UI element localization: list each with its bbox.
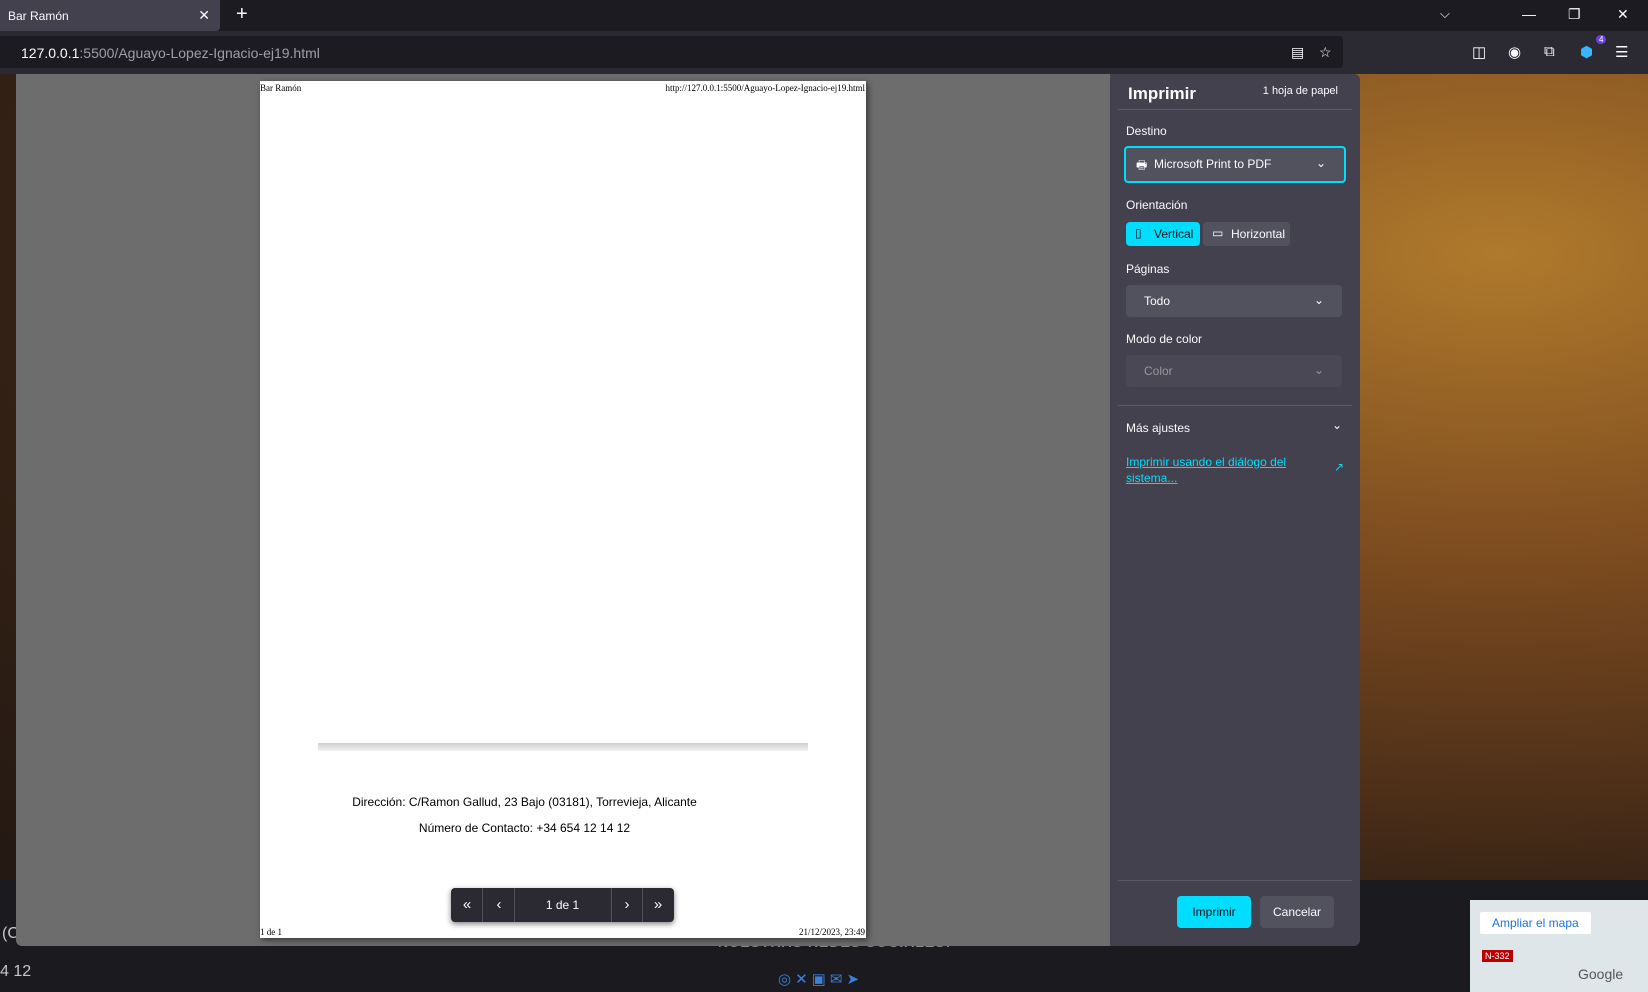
page-header-title: Bar Ramón	[260, 83, 302, 93]
portrait-page-icon: ▯	[1135, 226, 1142, 240]
cancel-button[interactable]: Cancelar	[1260, 896, 1334, 928]
social-icons: ◎✕▣✉➤	[778, 970, 863, 988]
road-label: N-332	[1482, 950, 1513, 962]
print-button[interactable]: Imprimir	[1177, 896, 1251, 928]
minimize-icon[interactable]: —	[1522, 6, 1536, 22]
telegram-icon[interactable]: ➤	[846, 971, 863, 988]
page-header-url: http://127.0.0.1:5500/Aguayo-Lopez-Ignac…	[665, 83, 865, 93]
destination-label: Destino	[1126, 124, 1167, 138]
reader-view-icon[interactable]: ▤	[1291, 44, 1304, 61]
print-settings-panel: Imprimir 1 hoja de papel Destino Microso…	[1110, 74, 1360, 946]
pages-select[interactable]: Todo ⌄	[1126, 285, 1342, 317]
extension-badge: 4	[1596, 35, 1607, 44]
tab-bar: Bar Ramón ✕ + ⌵ — ❐ ✕	[0, 0, 1648, 31]
last-page-button[interactable]: »	[642, 888, 674, 922]
next-page-button[interactable]: ›	[611, 888, 643, 922]
page-navigator: « ‹ 1 de 1 › »	[451, 888, 674, 922]
chevron-down-icon: ⌄	[1313, 293, 1324, 307]
nav-bar: 127.0.0.1:5500/Aguayo-Lopez-Ignacio-ej19…	[0, 31, 1648, 74]
chevron-down-icon: ⌄	[1315, 156, 1326, 170]
url-path: :5500/Aguayo-Lopez-Ignacio-ej19.html	[79, 45, 320, 61]
account-icon[interactable]: ◉	[1508, 43, 1521, 61]
google-logo: Google	[1578, 966, 1624, 982]
footer-partial-phone: 4 12	[0, 963, 32, 980]
orientation-vertical-button[interactable]: ▯ Vertical	[1126, 222, 1200, 246]
color-mode-label: Modo de color	[1126, 332, 1203, 346]
enlarge-map-button[interactable]: Ampliar el mapa	[1480, 912, 1591, 934]
new-tab-icon[interactable]: +	[236, 3, 248, 26]
divider	[1118, 880, 1352, 881]
pages-label: Páginas	[1126, 262, 1170, 276]
embedded-map[interactable]: Ampliar el mapa N-332 Google	[1470, 900, 1648, 992]
orientation-vertical-label: Vertical	[1154, 227, 1194, 241]
divider	[1118, 405, 1352, 406]
orientation-label: Orientación	[1126, 198, 1188, 212]
page-footer-date: 21/12/2023, 23:49	[798, 927, 865, 937]
page-footer-count: 1 de 1	[260, 927, 282, 937]
prev-page-button[interactable]: ‹	[483, 888, 515, 922]
url-bar[interactable]: 127.0.0.1:5500/Aguayo-Lopez-Ignacio-ej19…	[0, 36, 1343, 68]
page-status: 1 de 1	[545, 898, 580, 912]
more-settings-toggle[interactable]: Más ajustes	[1126, 421, 1190, 435]
preview-page: Bar Ramón http://127.0.0.1:5500/Aguayo-L…	[260, 81, 866, 938]
first-page-button[interactable]: «	[451, 888, 483, 922]
instagram-icon[interactable]: ◎	[778, 971, 795, 988]
phone-text: Número de Contacto: +34 654 12 14 12	[418, 821, 631, 835]
addon-icon[interactable]: ⬢	[1580, 43, 1593, 61]
tab-list-icon[interactable]: ⌵	[1440, 6, 1450, 22]
restore-icon[interactable]: ❐	[1568, 6, 1581, 23]
page-divider	[318, 743, 808, 751]
orientation-horizontal-button[interactable]: ▭ Horizontal	[1203, 222, 1290, 246]
chevron-down-icon[interactable]: ⌄	[1332, 418, 1342, 432]
divider	[1118, 109, 1352, 110]
facebook-icon[interactable]: ▣	[812, 971, 830, 988]
destination-select[interactable]: Microsoft Print to PDF 🖶 ⌄	[1124, 146, 1346, 183]
menu-icon[interactable]: ☰	[1615, 43, 1628, 61]
chevron-down-icon: ⌄	[1313, 363, 1324, 377]
external-link-icon[interactable]: ↗	[1334, 460, 1344, 474]
pocket-icon[interactable]: ◫	[1472, 43, 1486, 61]
window-close-icon[interactable]: ✕	[1617, 6, 1629, 23]
bookmark-star-icon[interactable]: ☆	[1319, 44, 1332, 61]
tab-close-icon[interactable]: ✕	[198, 7, 210, 24]
extensions-icon[interactable]: ⧉	[1544, 43, 1555, 60]
active-tab[interactable]: Bar Ramón ✕	[0, 0, 220, 31]
system-dialog-link[interactable]: Imprimir usando el diálogo del sistema..…	[1126, 454, 1296, 486]
email-icon[interactable]: ✉	[830, 971, 847, 988]
address-text: Dirección: C/Ramon Gallud, 23 Bajo (0318…	[352, 795, 697, 809]
orientation-horizontal-label: Horizontal	[1231, 227, 1286, 241]
url-host: 127.0.0.1	[21, 45, 80, 61]
landscape-page-icon: ▭	[1212, 226, 1224, 240]
pages-value: Todo	[1144, 294, 1171, 308]
destination-value: Microsoft Print to PDF	[1154, 157, 1272, 171]
tab-title: Bar Ramón	[8, 9, 69, 23]
color-mode-select[interactable]: Color ⌄	[1126, 355, 1342, 387]
x-icon[interactable]: ✕	[795, 971, 812, 988]
url-text: 127.0.0.1:5500/Aguayo-Lopez-Ignacio-ej19…	[21, 45, 320, 61]
sheet-count: 1 hoja de papel	[1262, 85, 1338, 97]
color-mode-value: Color	[1144, 364, 1173, 378]
print-title: Imprimir	[1128, 84, 1197, 103]
printer-icon: 🖶	[1136, 158, 1148, 172]
